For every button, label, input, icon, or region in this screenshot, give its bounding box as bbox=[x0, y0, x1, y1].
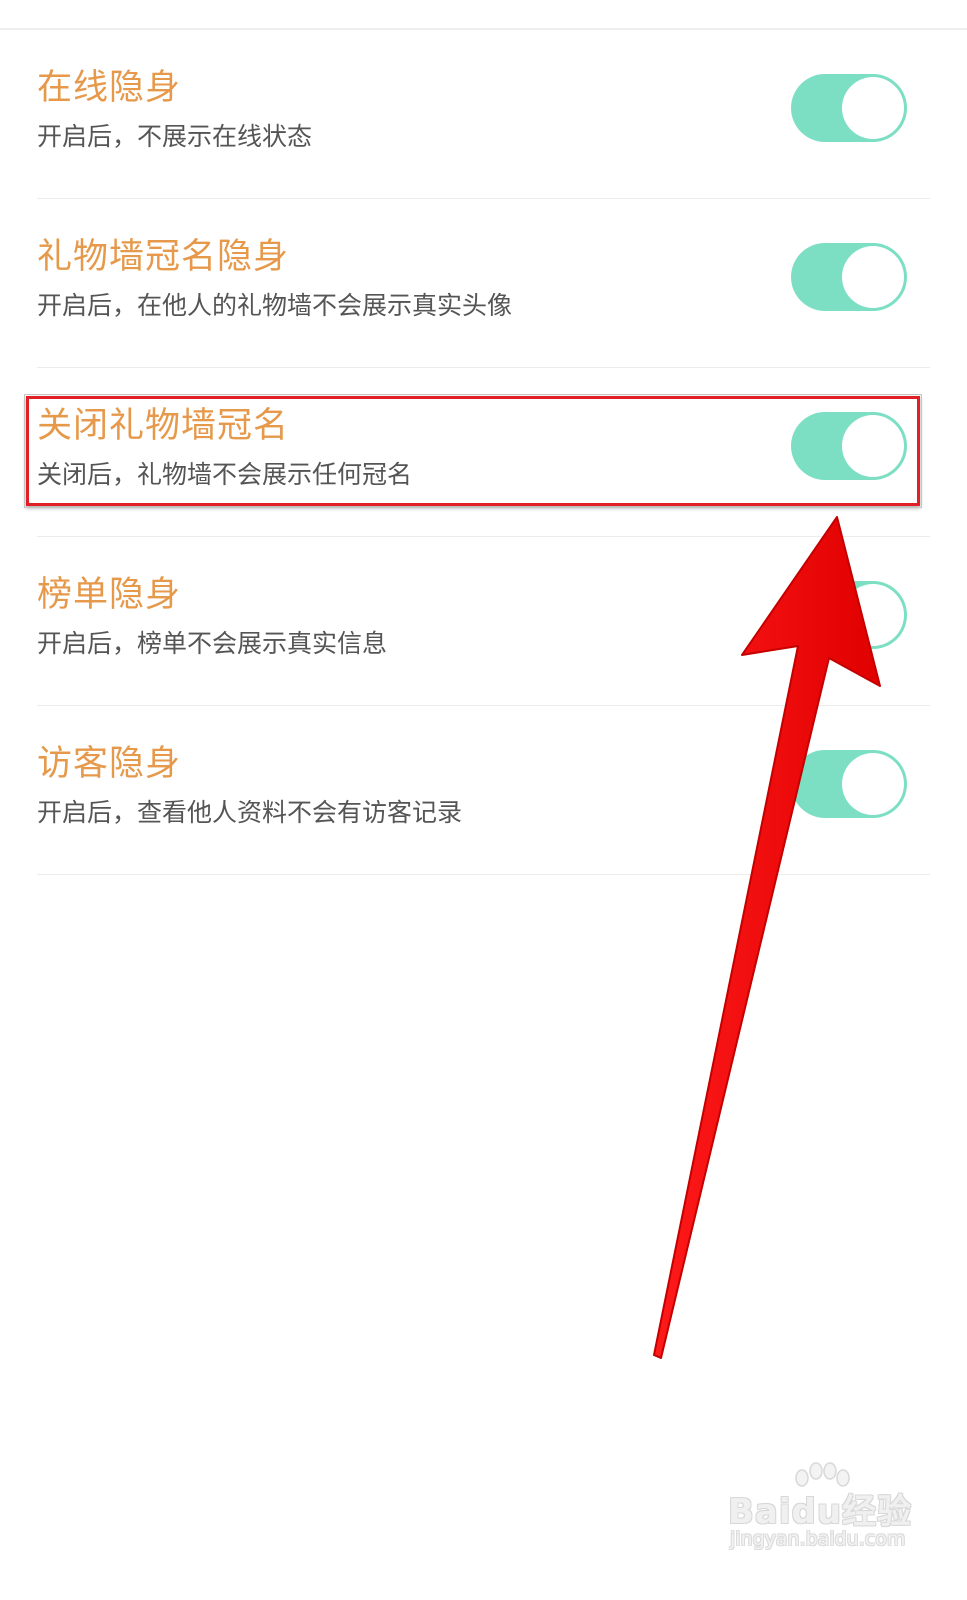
paw-icon bbox=[795, 1462, 850, 1487]
watermark-brand: Baidu经验 bbox=[728, 1492, 913, 1532]
online-invisible-toggle[interactable] bbox=[791, 74, 907, 142]
ranking-invisible-toggle[interactable] bbox=[791, 581, 907, 649]
setting-title: 礼物墙冠名隐身 bbox=[37, 237, 290, 277]
setting-description: 开启后，在他人的礼物墙不会展示真实头像 bbox=[37, 291, 513, 320]
visitor-invisible-toggle[interactable] bbox=[791, 750, 907, 818]
privacy-settings-list: 在线隐身 开启后，不展示在线状态 礼物墙冠名隐身 开启后，在他人的礼物墙不会展示… bbox=[0, 30, 967, 875]
setting-description: 关闭后，礼物墙不会展示任何冠名 bbox=[37, 460, 413, 489]
setting-title: 榜单隐身 bbox=[37, 575, 182, 615]
setting-row-gift-wall-naming-invisible: 礼物墙冠名隐身 开启后，在他人的礼物墙不会展示真实头像 bbox=[0, 199, 967, 368]
setting-title: 在线隐身 bbox=[37, 68, 182, 108]
toggle-knob bbox=[842, 584, 904, 646]
setting-row-close-gift-wall-naming: 关闭礼物墙冠名 关闭后，礼物墙不会展示任何冠名 bbox=[0, 368, 967, 537]
setting-description: 开启后，榜单不会展示真实信息 bbox=[37, 629, 388, 658]
toggle-knob bbox=[842, 246, 904, 308]
setting-title: 访客隐身 bbox=[37, 744, 182, 784]
toggle-knob bbox=[842, 77, 904, 139]
setting-row-online-invisible: 在线隐身 开启后，不展示在线状态 bbox=[0, 30, 967, 199]
toggle-knob bbox=[842, 753, 904, 815]
setting-row-visitor-invisible: 访客隐身 开启后，查看他人资料不会有访客记录 bbox=[0, 706, 967, 875]
toggle-knob bbox=[842, 415, 904, 477]
baidu-jingyan-watermark: Baidu经验 jingyan.baidu.com bbox=[728, 1462, 918, 1562]
gift-wall-naming-invisible-toggle[interactable] bbox=[791, 243, 907, 311]
close-gift-wall-naming-toggle[interactable] bbox=[791, 412, 907, 480]
setting-description: 开启后，查看他人资料不会有访客记录 bbox=[37, 798, 463, 827]
setting-title: 关闭礼物墙冠名 bbox=[37, 406, 290, 446]
setting-row-ranking-invisible: 榜单隐身 开启后，榜单不会展示真实信息 bbox=[0, 537, 967, 706]
watermark-url: jingyan.baidu.com bbox=[730, 1528, 906, 1550]
setting-description: 开启后，不展示在线状态 bbox=[37, 122, 313, 151]
row-divider bbox=[37, 874, 930, 875]
